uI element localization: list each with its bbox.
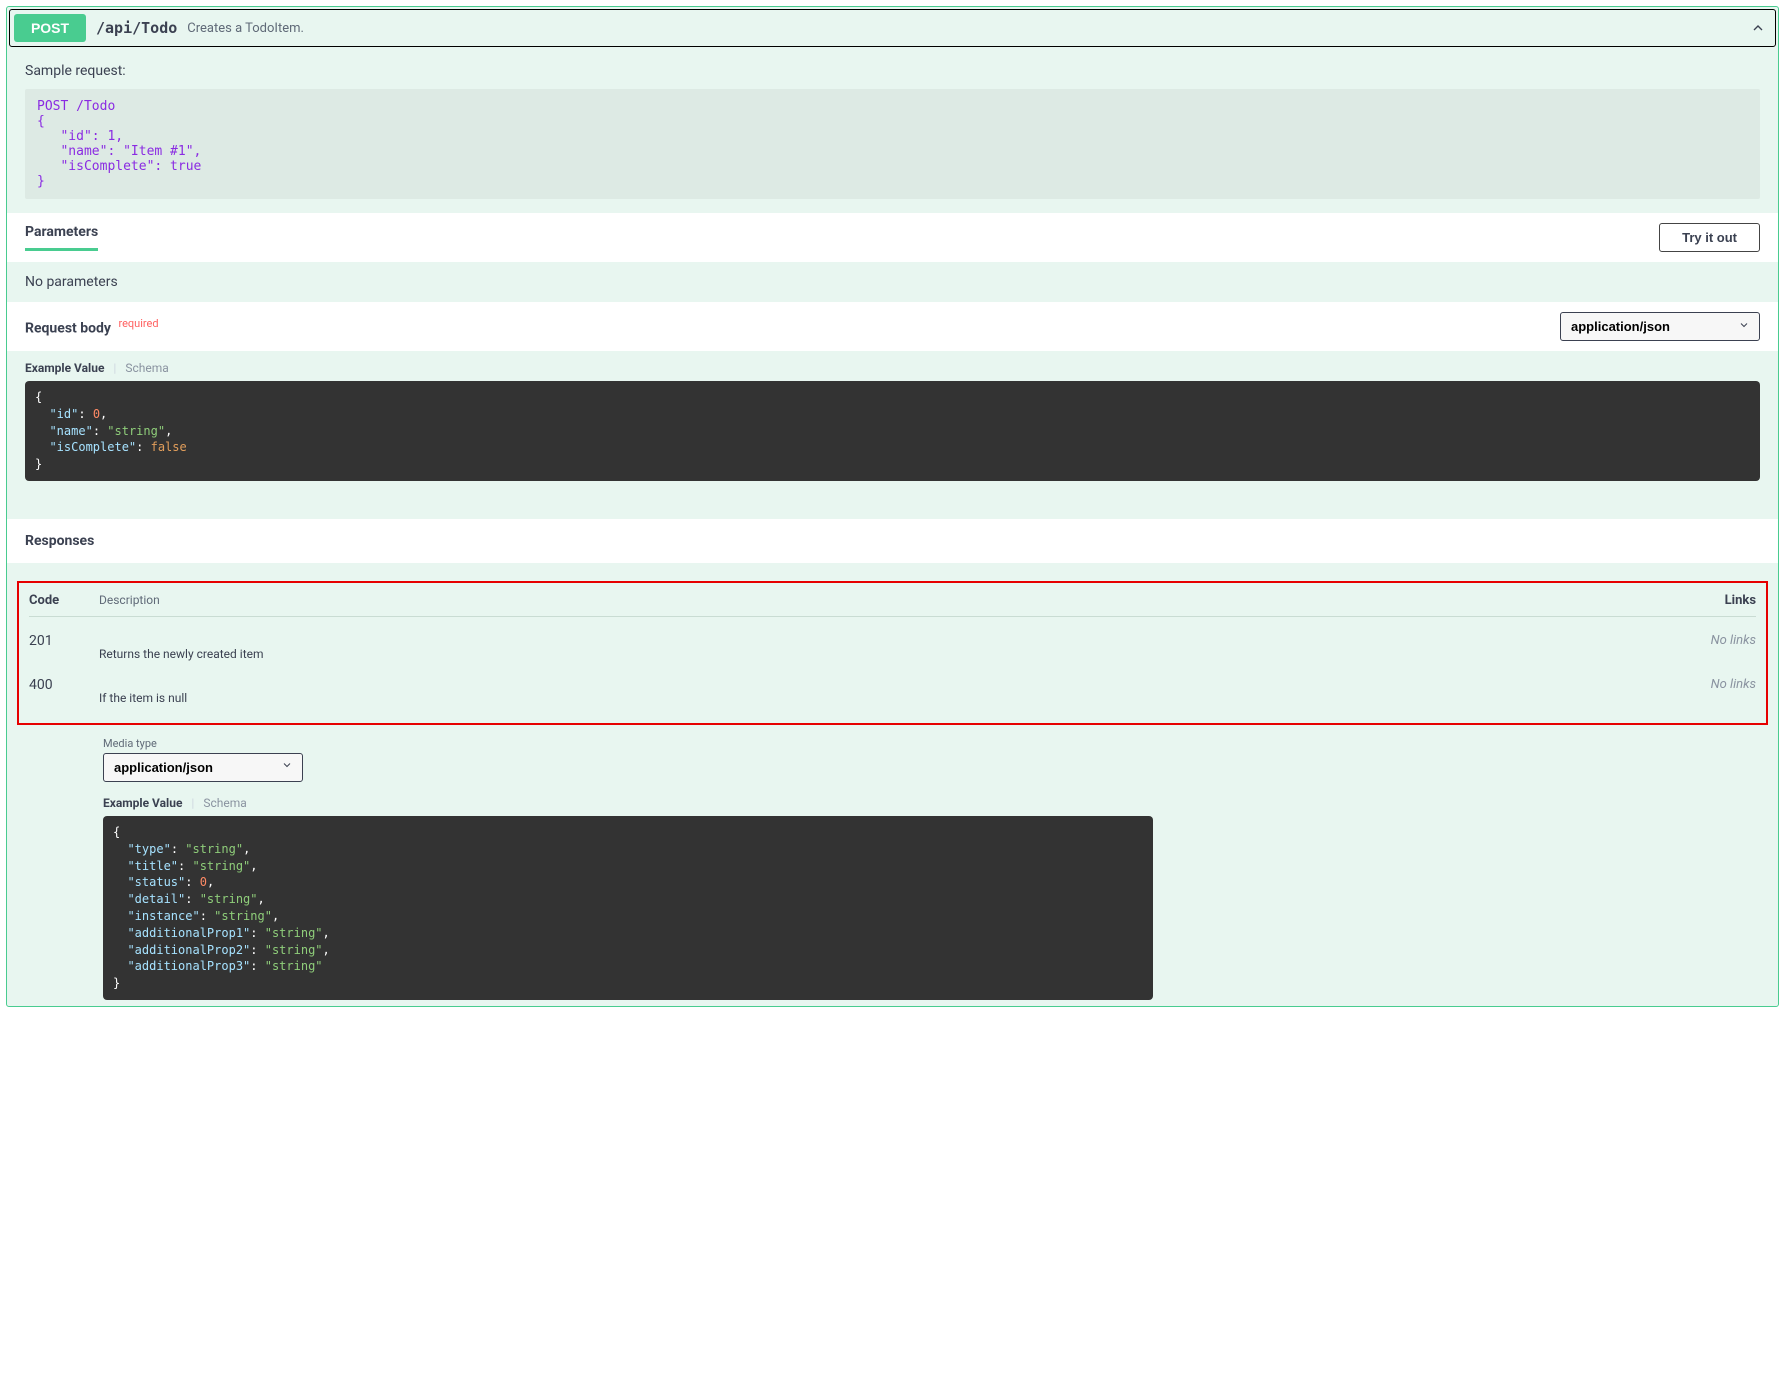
operation-header[interactable]: POST /api/Todo Creates a TodoItem. (9, 9, 1776, 47)
required-label: required (118, 317, 158, 330)
tab-schema[interactable]: Schema (125, 361, 168, 375)
parameters-title: Parameters (25, 224, 98, 251)
media-type-select[interactable]: application/json (103, 753, 303, 782)
request-body-title: Request body (25, 320, 111, 336)
header-description: Description (99, 593, 1666, 608)
parameters-bar: Parameters Try it out (7, 213, 1778, 262)
operation-summary: Creates a TodoItem. (187, 21, 304, 36)
response-code: 400 (29, 677, 99, 693)
tab-example-value[interactable]: Example Value (25, 361, 104, 375)
response-links: No links (1666, 633, 1756, 648)
sample-request-label: Sample request: (25, 63, 1760, 79)
tab-schema[interactable]: Schema (203, 796, 246, 810)
no-parameters-text: No parameters (7, 262, 1778, 302)
media-type-label: Media type (103, 737, 1760, 750)
response-description: If the item is null (99, 677, 1666, 705)
content-type-select[interactable]: application/json (1560, 312, 1760, 341)
request-body-bar: Request body required application/json (7, 302, 1778, 351)
response-row: 400 If the item is null No links (29, 669, 1756, 713)
responses-table-header: Code Description Links (29, 593, 1756, 617)
response-description: Returns the newly created item (99, 633, 1666, 661)
responses-title: Responses (7, 519, 1778, 563)
try-it-out-button[interactable]: Try it out (1659, 223, 1760, 252)
operation-panel: POST /api/Todo Creates a TodoItem. Sampl… (6, 6, 1779, 1007)
sample-request-code: POST /Todo { "id": 1, "name": "Item #1",… (25, 89, 1760, 199)
operation-path: /api/Todo (96, 19, 177, 37)
sample-request-section: Sample request: POST /Todo { "id": 1, "n… (7, 49, 1778, 213)
response-code: 201 (29, 633, 99, 649)
media-example-schema-tabs: Example Value | Schema (103, 796, 1760, 810)
example-schema-tabs: Example Value | Schema (7, 351, 1778, 381)
method-badge: POST (14, 14, 86, 42)
media-type-block: Media type application/json Example Valu… (7, 731, 1778, 1006)
response-example-code[interactable]: { "type": "string", "title": "string", "… (103, 816, 1153, 1000)
response-links: No links (1666, 677, 1756, 692)
request-body-example-code[interactable]: { "id": 0, "name": "string", "isComplete… (25, 381, 1760, 481)
chevron-up-icon (1749, 19, 1767, 37)
responses-highlight-box: Code Description Links 201 Returns the n… (17, 581, 1768, 725)
response-row: 201 Returns the newly created item No li… (29, 625, 1756, 669)
tab-example-value[interactable]: Example Value (103, 796, 182, 810)
header-code: Code (29, 593, 99, 608)
header-links: Links (1666, 593, 1756, 608)
